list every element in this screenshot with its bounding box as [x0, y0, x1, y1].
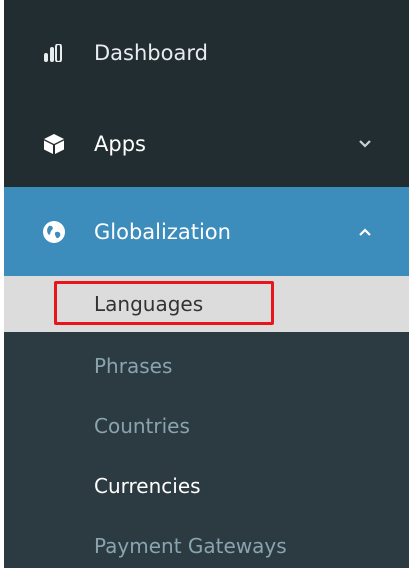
submenu-item-countries[interactable]: Countries [4, 396, 409, 456]
submenu-item-label: Countries [94, 414, 190, 438]
sidebar-item-apps[interactable]: Apps [4, 116, 409, 172]
submenu-item-label: Phrases [94, 354, 173, 378]
globe-icon [42, 220, 66, 244]
chevron-down-icon[interactable] [358, 137, 372, 151]
sidebar-item-globalization[interactable]: Globalization [4, 187, 409, 276]
sidebar-item-label: Globalization [94, 219, 231, 244]
submenu-item-payment-gateways[interactable]: Payment Gateways [4, 516, 409, 576]
submenu-item-label: Languages [94, 292, 204, 316]
submenu-item-label: Currencies [94, 474, 201, 498]
submenu-item-currencies[interactable]: Currencies [4, 456, 409, 516]
submenu-item-label: Payment Gateways [94, 534, 287, 558]
cube-icon [42, 132, 66, 156]
sidebar-item-label: Apps [94, 132, 146, 156]
sidebar-item-dashboard[interactable]: Dashboard [4, 25, 409, 81]
bar-chart-icon [42, 41, 66, 65]
chevron-up-icon[interactable] [358, 225, 372, 239]
sidebar-item-label: Dashboard [94, 41, 208, 65]
submenu-item-phrases[interactable]: Phrases [4, 336, 409, 396]
sidebar: Dashboard Apps Globalization Languages P… [0, 0, 409, 568]
submenu-item-languages[interactable]: Languages [4, 276, 409, 332]
